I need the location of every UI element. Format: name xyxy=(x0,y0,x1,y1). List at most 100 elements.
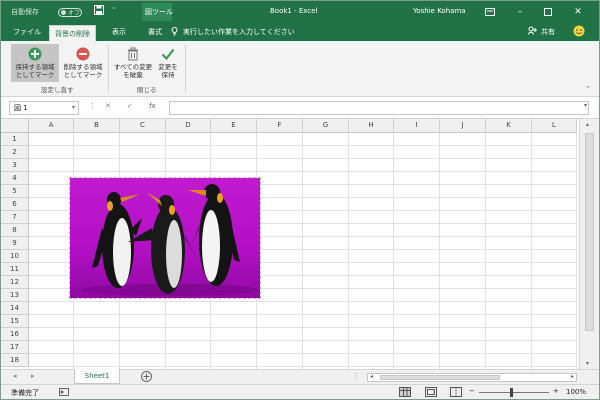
gridline-vertical xyxy=(576,133,577,369)
zoom-slider-thumb[interactable] xyxy=(510,388,513,397)
mark-areas-to-keep-button[interactable]: 保持する領域 としてマーク xyxy=(11,44,59,82)
plus-circle-icon xyxy=(28,47,42,61)
column-header-a[interactable]: A xyxy=(29,119,74,133)
minimize-icon[interactable]: – xyxy=(513,5,527,19)
add-sheet-icon[interactable] xyxy=(141,371,152,384)
close-icon[interactable]: ✕ xyxy=(571,5,585,19)
discard-line1: すべての変更 xyxy=(113,63,153,71)
name-box-value: 図 1 xyxy=(14,104,28,112)
keep-changes-button[interactable]: 変更を 保持 xyxy=(156,44,180,82)
smiley-icon[interactable] xyxy=(573,25,585,39)
maximize-icon[interactable] xyxy=(541,5,555,19)
user-name[interactable]: Yoshie Kohama xyxy=(413,7,466,15)
row-header-17[interactable]: 17 xyxy=(1,341,29,354)
page-layout-view-icon[interactable] xyxy=(425,387,437,399)
row-header-9[interactable]: 9 xyxy=(1,237,29,250)
row-header-5[interactable]: 5 xyxy=(1,185,29,198)
vertical-scrollbar[interactable]: ▴ ▾ xyxy=(579,119,599,369)
context-tool-label: 図ツール xyxy=(145,8,173,16)
save-icon[interactable] xyxy=(94,5,104,17)
row-header-1[interactable]: 1 xyxy=(1,133,29,146)
horizontal-scroll-thumb[interactable] xyxy=(380,375,500,380)
horizontal-scrollbar[interactable]: ◂ ▸ xyxy=(367,373,577,382)
column-header-i[interactable]: I xyxy=(394,119,440,133)
column-header-h[interactable]: H xyxy=(349,119,394,133)
row-header-6[interactable]: 6 xyxy=(1,198,29,211)
row-header-16[interactable]: 16 xyxy=(1,328,29,341)
row-header-3[interactable]: 3 xyxy=(1,159,29,172)
gridline-horizontal xyxy=(29,158,577,159)
confirm-entry-button[interactable]: ✓ xyxy=(127,102,133,110)
collapse-ribbon-icon[interactable]: ⌃ xyxy=(585,85,591,93)
gridline-horizontal xyxy=(29,171,577,172)
penguin-image xyxy=(70,178,260,298)
gridline-vertical xyxy=(348,133,349,369)
row-header-2[interactable]: 2 xyxy=(1,146,29,159)
zoom-level[interactable]: 100% xyxy=(566,388,586,396)
mark-areas-to-remove-button[interactable]: 削除する領域 としてマーク xyxy=(61,44,105,82)
row-header-13[interactable]: 13 xyxy=(1,289,29,302)
expand-formula-bar-icon[interactable]: ▾ xyxy=(584,102,587,109)
row-header-7[interactable]: 7 xyxy=(1,211,29,224)
column-header-b[interactable]: B xyxy=(74,119,120,133)
row-header-14[interactable]: 14 xyxy=(1,302,29,315)
name-box[interactable]: 図 1 ▾ xyxy=(9,101,79,115)
zoom-in-icon[interactable]: + xyxy=(553,387,559,395)
column-header-d[interactable]: D xyxy=(166,119,211,133)
insert-function-button[interactable]: fx xyxy=(149,102,156,110)
scroll-down-icon[interactable]: ▾ xyxy=(586,360,589,367)
row-header-15[interactable]: 15 xyxy=(1,315,29,328)
gridline-horizontal xyxy=(29,327,577,328)
chevron-down-icon[interactable]: ▾ xyxy=(72,102,75,114)
page-break-view-icon[interactable] xyxy=(450,387,462,399)
normal-view-icon[interactable] xyxy=(399,387,411,399)
row-header-12[interactable]: 12 xyxy=(1,276,29,289)
ribbon-display-options-icon[interactable] xyxy=(483,5,497,19)
scroll-right-icon[interactable]: ▸ xyxy=(571,373,574,380)
column-header-e[interactable]: E xyxy=(211,119,257,133)
cancel-entry-button[interactable]: ✕ xyxy=(105,102,111,110)
column-header-f[interactable]: F xyxy=(257,119,303,133)
prev-sheet-icon[interactable]: ◂ xyxy=(13,372,17,380)
vertical-scroll-thumb[interactable] xyxy=(585,133,594,331)
tab-remove-background[interactable]: 背景の削除 xyxy=(49,25,96,41)
penguin-picture[interactable] xyxy=(69,177,261,299)
autosave-state: オフ xyxy=(68,10,81,17)
column-header-j[interactable]: J xyxy=(440,119,486,133)
group-separator xyxy=(185,45,186,93)
tab-format[interactable]: 書式 xyxy=(148,27,162,37)
customize-qat-icon[interactable]: ⁼ xyxy=(112,6,116,14)
scrollbar-split-icon[interactable]: ⋮ xyxy=(353,372,360,380)
gridline-vertical xyxy=(439,133,440,369)
formula-input[interactable] xyxy=(169,101,589,115)
macro-record-icon[interactable] xyxy=(59,388,69,398)
row-header-18[interactable]: 18 xyxy=(1,354,29,367)
tab-view[interactable]: 表示 xyxy=(112,27,126,37)
row-header-10[interactable]: 10 xyxy=(1,250,29,263)
share-button[interactable]: 共有 xyxy=(541,27,555,37)
row-header-4[interactable]: 4 xyxy=(1,172,29,185)
column-header-k[interactable]: K xyxy=(486,119,532,133)
row-header-11[interactable]: 11 xyxy=(1,263,29,276)
autosave-toggle[interactable]: オフ xyxy=(58,8,82,17)
minus-circle-icon xyxy=(76,47,90,61)
scroll-left-icon[interactable]: ◂ xyxy=(370,373,373,380)
discard-all-changes-button[interactable]: すべての変更 を破棄 xyxy=(111,44,155,82)
select-all-corner[interactable] xyxy=(1,119,29,133)
tab-file[interactable]: ファイル xyxy=(13,27,41,37)
tell-me-search[interactable]: 実行したい作業を入力してください xyxy=(183,27,295,37)
keep-line1: 変更を xyxy=(158,63,178,71)
scroll-up-icon[interactable]: ▴ xyxy=(586,121,589,128)
share-icon[interactable] xyxy=(528,26,537,37)
status-bar: 準備完了 − + 100% xyxy=(1,384,599,399)
next-sheet-icon[interactable]: ▸ xyxy=(31,372,35,380)
zoom-slider[interactable] xyxy=(479,392,549,393)
column-header-c[interactable]: C xyxy=(120,119,166,133)
sheet-tab-sheet1[interactable]: Sheet1 xyxy=(74,369,120,384)
row-header-8[interactable]: 8 xyxy=(1,224,29,237)
column-header-l[interactable]: L xyxy=(532,119,577,133)
mark-remove-line1: 削除する領域 xyxy=(63,63,103,71)
worksheet-grid[interactable]: ABCDEFGHIJKL 1 2 3 4 5 6 7 8 9 10 11 12 13 14 15 16 17 18 xyxy=(1,119,599,369)
zoom-out-icon[interactable]: − xyxy=(469,387,475,395)
column-header-g[interactable]: G xyxy=(303,119,349,133)
